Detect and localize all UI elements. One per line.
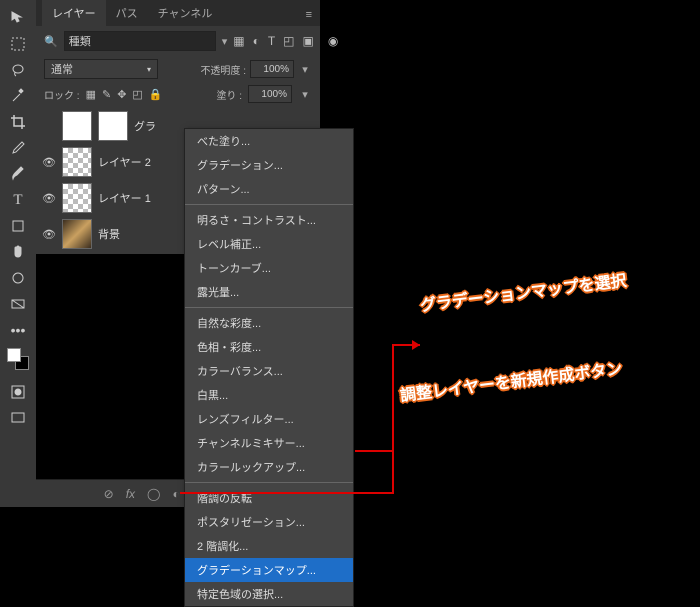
filter-toggle-icon[interactable]: ◉ <box>328 34 338 48</box>
panel-tabs: レイヤー パス チャンネル ≡ <box>36 0 320 26</box>
menu-item-gradient-map[interactable]: グラデーションマップ... <box>185 558 353 582</box>
layer-name[interactable]: グラ <box>134 118 156 134</box>
menu-item[interactable]: 2 階調化... <box>185 534 353 558</box>
menu-item[interactable]: パターン... <box>185 177 353 201</box>
fill-label: 塗り : <box>216 87 242 102</box>
fx-icon[interactable]: fx <box>126 487 135 501</box>
tab-paths[interactable]: パス <box>106 0 148 26</box>
misc-tool-icon[interactable]: ••• <box>6 318 30 342</box>
filter-shape-icon[interactable]: ◰ <box>283 34 294 48</box>
visibility-icon[interactable]: 👁 <box>42 228 56 241</box>
lock-artboard-icon[interactable]: ◰ <box>132 88 142 101</box>
layer-name[interactable]: レイヤー 2 <box>98 154 151 170</box>
menu-item[interactable]: レベル補正... <box>185 232 353 256</box>
opacity-input[interactable]: 100% <box>250 60 294 78</box>
visibility-icon[interactable]: 👁 <box>42 156 56 169</box>
type-tool-icon[interactable]: T <box>6 188 30 212</box>
lock-pixels-icon[interactable]: ▦ <box>86 88 96 101</box>
menu-item[interactable]: 自然な彩度... <box>185 311 353 335</box>
filter-input[interactable] <box>64 31 216 51</box>
menu-separator <box>185 307 353 308</box>
visibility-icon[interactable]: 👁 <box>42 192 56 205</box>
menu-item[interactable]: 色相・彩度... <box>185 335 353 359</box>
left-toolbar: T ••• <box>0 0 36 507</box>
menu-item[interactable]: ポスタリゼーション... <box>185 510 353 534</box>
shape-tool-icon[interactable] <box>6 214 30 238</box>
layer-name[interactable]: レイヤー 1 <box>98 190 151 206</box>
menu-separator <box>185 204 353 205</box>
annotation-text-1: グラデーションマップを選択 <box>419 267 628 316</box>
layer-name[interactable]: 背景 <box>98 226 120 242</box>
adjustment-layer-icon[interactable]: ◐ <box>172 487 179 501</box>
layer-thumb[interactable] <box>62 183 92 213</box>
menu-item[interactable]: カラールックアップ... <box>185 455 353 479</box>
menu-item[interactable]: グラデーション... <box>185 153 353 177</box>
crop-tool-icon[interactable] <box>6 110 30 134</box>
marquee-tool-icon[interactable] <box>6 32 30 56</box>
mask-mode-icon[interactable] <box>6 380 30 404</box>
lock-brush-icon[interactable]: ✎ <box>102 88 111 101</box>
fill-caret-icon[interactable]: ▾ <box>298 87 312 101</box>
menu-item[interactable]: 特定色域の選択... <box>185 582 353 606</box>
brush-tool-icon[interactable] <box>6 162 30 186</box>
tab-channels[interactable]: チャンネル <box>148 0 223 26</box>
opacity-label: 不透明度 : <box>200 62 246 77</box>
filter-smart-icon[interactable]: ▣ <box>303 34 314 48</box>
menu-item[interactable]: べた塗り... <box>185 129 353 153</box>
rect-tool-icon[interactable] <box>6 292 30 316</box>
color-swatch[interactable] <box>7 348 29 370</box>
dropdown-icon[interactable]: ▾ <box>222 34 228 48</box>
search-icon: 🔍 <box>44 35 58 48</box>
fill-input[interactable]: 100% <box>248 85 292 103</box>
layer-thumb[interactable] <box>62 111 92 141</box>
filter-adjust-icon[interactable]: ◐ <box>253 34 260 48</box>
tool-icon[interactable] <box>6 266 30 290</box>
blend-mode-select[interactable]: 通常▾ <box>44 59 158 79</box>
filter-row: 🔍 ▾ ▦ ◐ T ◰ ▣ ◉ <box>36 26 320 56</box>
menu-item[interactable]: カラーバランス... <box>185 359 353 383</box>
lock-move-icon[interactable]: ✥ <box>117 88 126 101</box>
screen-mode-icon[interactable] <box>6 406 30 430</box>
menu-item[interactable]: レンズフィルター... <box>185 407 353 431</box>
menu-item[interactable]: 白黒... <box>185 383 353 407</box>
hand-tool-icon[interactable] <box>6 240 30 264</box>
menu-item[interactable]: 露光量... <box>185 280 353 304</box>
tab-layers[interactable]: レイヤー <box>42 0 106 26</box>
annotation-text-2: 調整レイヤーを新規作成ボタン <box>399 355 624 406</box>
filter-type-icon[interactable]: T <box>268 34 275 48</box>
layer-thumb[interactable] <box>62 219 92 249</box>
eyedropper-tool-icon[interactable] <box>6 136 30 160</box>
lasso-tool-icon[interactable] <box>6 58 30 82</box>
lock-all-icon[interactable]: 🔒 <box>149 88 163 101</box>
lock-row: ロック : ▦ ✎ ✥ ◰ 🔒 塗り : 100% ▾ <box>36 82 320 106</box>
menu-item[interactable]: トーンカーブ... <box>185 256 353 280</box>
lock-label: ロック : <box>44 87 80 102</box>
menu-item[interactable]: チャンネルミキサー... <box>185 431 353 455</box>
panel-menu-icon[interactable]: ≡ <box>298 4 320 26</box>
mask-icon[interactable]: ◯ <box>147 487 160 501</box>
wand-tool-icon[interactable] <box>6 84 30 108</box>
menu-item[interactable]: 明るさ・コントラスト... <box>185 208 353 232</box>
layer-thumb[interactable] <box>62 147 92 177</box>
opacity-caret-icon[interactable]: ▾ <box>298 62 312 76</box>
link-icon[interactable]: ⊘ <box>104 487 114 501</box>
layer-mask-thumb[interactable] <box>98 111 128 141</box>
menu-item[interactable]: 階調の反転 <box>185 486 353 510</box>
menu-separator <box>185 482 353 483</box>
filter-pixel-icon[interactable]: ▦ <box>233 34 244 48</box>
blend-row: 通常▾ 不透明度 : 100% ▾ <box>36 56 320 82</box>
move-tool-icon[interactable] <box>6 6 30 30</box>
adjustment-context-menu: べた塗り... グラデーション... パターン... 明るさ・コントラスト...… <box>184 128 354 607</box>
